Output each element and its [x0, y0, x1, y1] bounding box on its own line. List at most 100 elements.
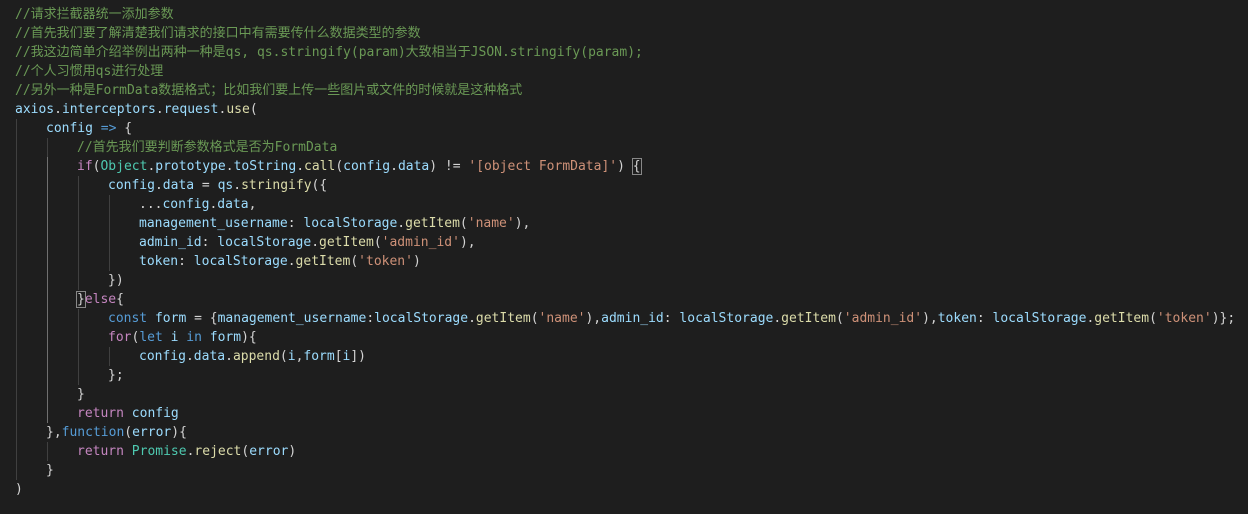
code-token: config [108, 178, 155, 193]
indent-guide [109, 195, 110, 214]
code-line-content: } [77, 385, 85, 404]
code-token: Object [100, 159, 148, 174]
code-token: ), [514, 216, 531, 231]
code-token: '[object FormData]' [468, 159, 618, 174]
indent-guide [16, 385, 17, 404]
code-token: . [154, 178, 163, 193]
code-line-content: }) [108, 271, 124, 290]
code-token: data [193, 349, 226, 364]
code-token: localStorage [303, 216, 398, 231]
code-token: , [248, 197, 257, 212]
indent-guide [47, 328, 48, 347]
code-token: token [937, 311, 977, 326]
code-token: . [296, 159, 305, 174]
code-token: data [162, 178, 195, 193]
code-token: = [194, 178, 218, 193]
code-token: in [186, 330, 202, 345]
indent-guide [47, 404, 48, 423]
code-token: localStorage [992, 311, 1087, 326]
indent-guide [16, 214, 17, 233]
code-token: . [311, 235, 320, 250]
indent-guide [78, 366, 79, 385]
code-token: getItem [319, 235, 374, 250]
code-token: { [116, 292, 124, 307]
code-token: ){ [171, 425, 187, 440]
code-token: ( [373, 235, 382, 250]
indent-guide [16, 461, 17, 480]
code-line-content: config => { [46, 119, 132, 138]
code-token: : [287, 216, 304, 231]
indent-guide [47, 271, 48, 290]
code-token: return [77, 444, 124, 459]
code-token: : [366, 311, 375, 326]
code-token: . [287, 254, 296, 269]
indent-guide [16, 442, 17, 461]
code-token: 'name' [467, 216, 515, 231]
code-editor[interactable]: //请求拦截器统一添加参数 //首先我们要了解清楚我们请求的接口中有需要传什么数据… [0, 0, 1248, 514]
code-token: ( [835, 311, 844, 326]
indent-guide [16, 119, 17, 138]
indent-guide [16, 423, 17, 442]
code-token: //首先我们要了解清楚我们请求的接口中有需要传什么数据类型的参数 [15, 26, 421, 41]
code-token: => [100, 121, 117, 136]
code-token: }, [46, 425, 62, 440]
code-line-content: //请求拦截器统一添加参数 [15, 5, 174, 24]
code-token: getItem [1094, 311, 1150, 326]
code-token: config [46, 121, 93, 136]
code-token: : [976, 311, 993, 326]
code-token: form [209, 330, 242, 345]
code-token: localStorage [193, 254, 288, 269]
code-token: admin_id [601, 311, 664, 326]
code-token: localStorage [374, 311, 469, 326]
indent-guide [16, 366, 17, 385]
indent-guide [16, 347, 17, 366]
code-token: config [139, 349, 186, 364]
code-token: getItem [475, 311, 531, 326]
indent-guide [47, 309, 48, 328]
code-token: . [233, 178, 242, 193]
indent-guide [47, 214, 48, 233]
code-token: . [773, 311, 782, 326]
code-token: for [108, 330, 132, 345]
code-token: 'admin_id' [843, 311, 923, 326]
code-token: 'token' [358, 254, 413, 269]
code-token: //另外一种是FormData数据格式；比如我们要上传一些图片或文件的时候就是这… [15, 83, 523, 98]
code-line-content: axios.interceptors.request.use( [15, 100, 258, 119]
code-token: 'name' [538, 311, 586, 326]
code-token: return [77, 406, 124, 421]
indent-guide [78, 347, 79, 366]
indent-guide [47, 347, 48, 366]
code-token: config [131, 406, 179, 421]
code-token: getItem [295, 254, 351, 269]
code-line-content: ) [15, 480, 23, 499]
code-line-content: //首先我们要判断参数格式是否为FormData [77, 138, 337, 157]
code-token: [ [334, 349, 343, 364]
code-token: ){ [241, 330, 257, 345]
indent-guide [16, 404, 17, 423]
code-token: localStorage [217, 235, 312, 250]
indent-guide [78, 271, 79, 290]
code-token: else [84, 292, 117, 307]
code-token: qs [217, 178, 234, 193]
indent-guide [16, 157, 17, 176]
indent-guide [78, 195, 79, 214]
indent-guide [47, 157, 48, 176]
code-token: //请求拦截器统一添加参数 [15, 7, 174, 22]
code-token: localStorage [679, 311, 774, 326]
code-token: ( [124, 425, 133, 440]
code-token: : [178, 254, 194, 269]
indent-guide [47, 385, 48, 404]
indent-guide [47, 366, 48, 385]
indent-guide [16, 328, 17, 347]
code-line-content: //另外一种是FormData数据格式；比如我们要上传一些图片或文件的时候就是这… [15, 81, 522, 100]
code-token: ) [288, 444, 297, 459]
indent-guide [78, 309, 79, 328]
code-token: ( [1149, 311, 1157, 326]
code-token: error [132, 425, 172, 440]
code-line-content: } [46, 461, 54, 480]
code-token: } [77, 387, 85, 402]
code-token: . [155, 102, 164, 117]
code-token: }; [108, 368, 124, 383]
code-line-content: },function(error){ [46, 423, 187, 442]
